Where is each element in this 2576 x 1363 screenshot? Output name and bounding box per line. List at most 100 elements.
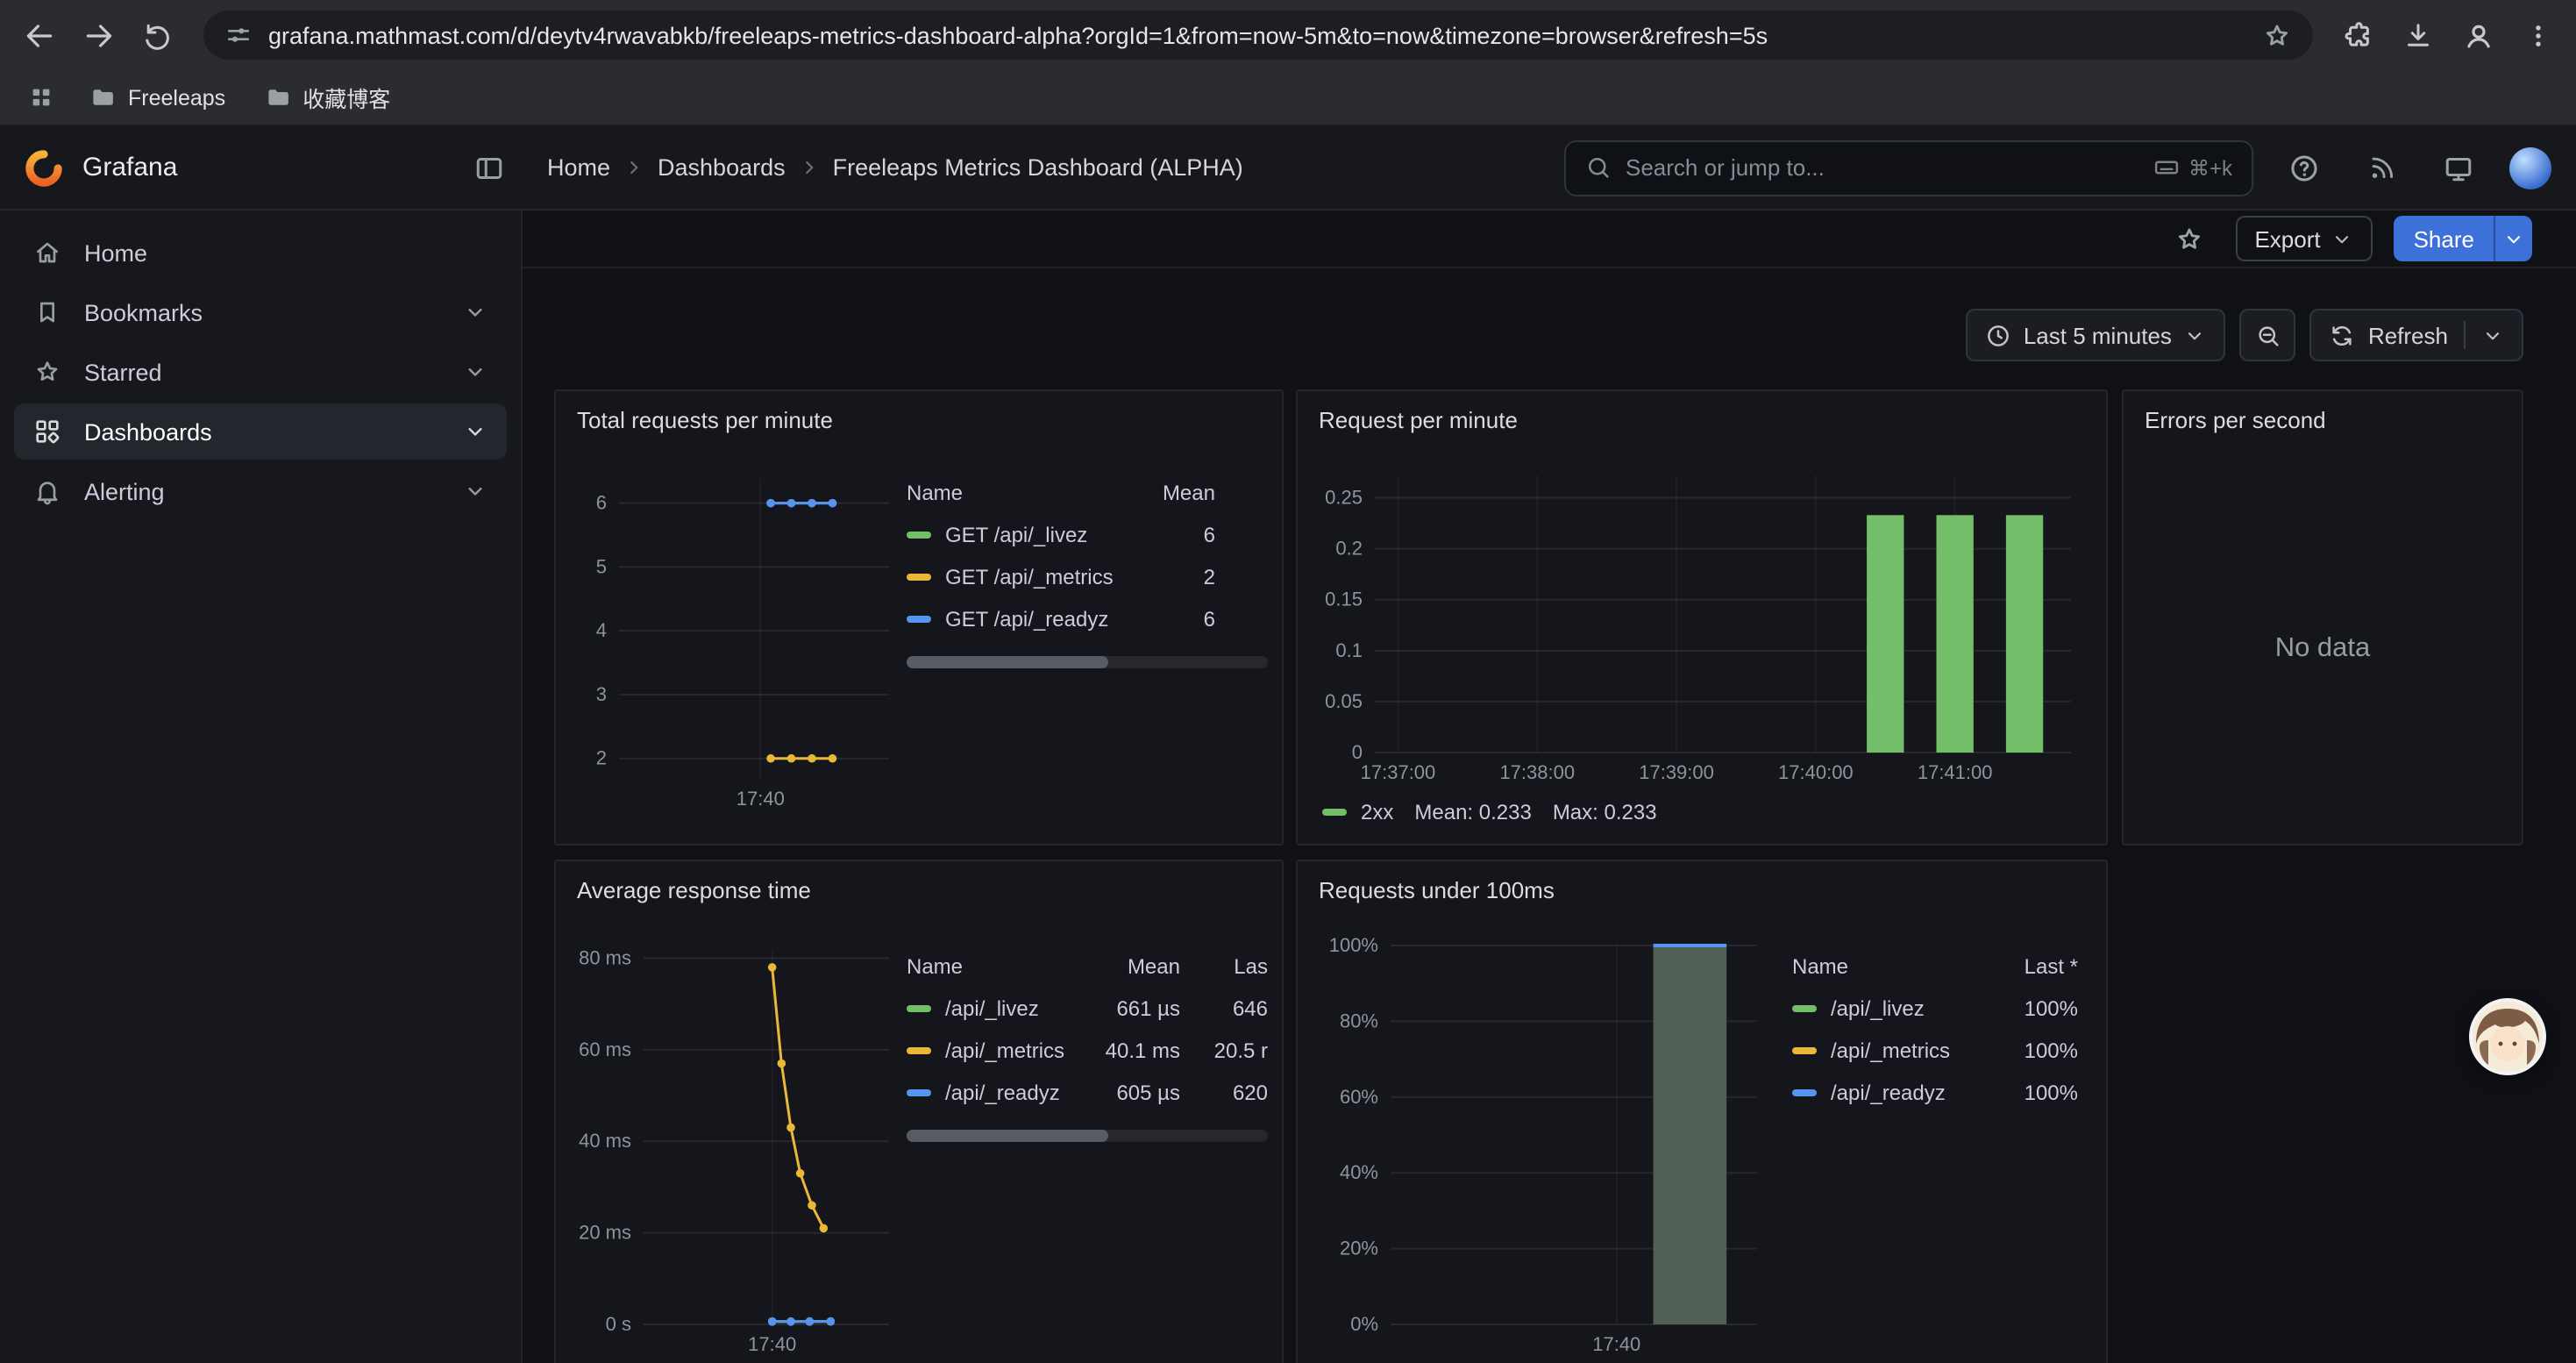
time-range-picker[interactable]: Last 5 minutes bbox=[1966, 309, 2226, 361]
legend-row[interactable]: GET /api/_livez 6 bbox=[907, 514, 1268, 556]
svg-text:0 s: 0 s bbox=[606, 1313, 631, 1335]
chevron-down-icon[interactable] bbox=[463, 360, 487, 384]
back-icon[interactable] bbox=[11, 7, 67, 63]
search-input[interactable]: Search or jump to... ⌘+k bbox=[1564, 139, 2253, 196]
legend-inline[interactable]: 2xx Mean: 0.233 Max: 0.233 bbox=[1322, 800, 1657, 824]
assistant-avatar[interactable] bbox=[2469, 998, 2546, 1075]
legend-scrollbar[interactable] bbox=[907, 1130, 1268, 1142]
dashboard-toolbar: Export Share bbox=[523, 211, 2576, 268]
series-swatch[interactable] bbox=[907, 616, 931, 623]
panel-requests-under-100ms[interactable]: Requests under 100ms 0%20%40%60%80%100%1… bbox=[1296, 860, 2108, 1363]
series-swatch[interactable] bbox=[907, 532, 931, 539]
panel-title[interactable]: Request per minute bbox=[1319, 407, 1518, 433]
panel-title[interactable]: Average response time bbox=[577, 877, 811, 903]
panel-errors-per-second[interactable]: Errors per second No data bbox=[2122, 389, 2523, 846]
forward-icon[interactable] bbox=[70, 7, 126, 63]
apps-grid-icon[interactable] bbox=[18, 75, 63, 120]
refresh-button[interactable]: Refresh bbox=[2310, 309, 2523, 361]
favorite-star-icon[interactable] bbox=[2165, 214, 2214, 263]
series-swatch[interactable] bbox=[1792, 1005, 1817, 1012]
svg-text:4: 4 bbox=[596, 619, 607, 641]
help-icon[interactable] bbox=[2278, 141, 2330, 194]
legend-row[interactable]: /api/_livez 100% bbox=[1792, 988, 2078, 1030]
series-swatch[interactable] bbox=[1792, 1089, 1817, 1096]
breadcrumb-current[interactable]: Freeleaps Metrics Dashboard (ALPHA) bbox=[833, 154, 1243, 181]
legend-col-mean[interactable]: Mean bbox=[1128, 481, 1215, 505]
legend-row[interactable]: /api/_livez 661 µs 646 bbox=[907, 988, 1268, 1030]
bookmark-item-blogs[interactable]: 收藏博客 bbox=[252, 75, 402, 119]
legend-row[interactable]: GET /api/_metrics 2 bbox=[907, 556, 1268, 598]
legend-row[interactable]: /api/_metrics 100% bbox=[1792, 1030, 2078, 1072]
bookmark-star-icon[interactable] bbox=[2262, 20, 2292, 50]
downloads-icon[interactable] bbox=[2390, 7, 2446, 63]
panel-average-response-time[interactable]: Average response time 0 s20 ms40 ms60 ms… bbox=[554, 860, 1284, 1363]
profile-icon[interactable] bbox=[2450, 7, 2506, 63]
svg-text:40 ms: 40 ms bbox=[579, 1130, 631, 1152]
sidebar-item-bookmarks[interactable]: Bookmarks bbox=[14, 284, 507, 340]
panel-title[interactable]: Total requests per minute bbox=[577, 407, 833, 433]
series-swatch[interactable] bbox=[907, 1047, 931, 1054]
sidebar-item-home[interactable]: Home bbox=[14, 225, 507, 281]
legend-row[interactable]: /api/_readyz 605 µs 620 bbox=[907, 1072, 1268, 1114]
grafana-logo[interactable] bbox=[25, 148, 63, 187]
share-button[interactable]: Share bbox=[2395, 216, 2532, 261]
chevron-down-icon[interactable] bbox=[463, 419, 487, 444]
sidebar-item-label: Dashboards bbox=[84, 418, 212, 445]
chevron-down-icon[interactable] bbox=[463, 300, 487, 325]
series-swatch[interactable] bbox=[907, 1089, 931, 1096]
grafana-header: Grafana Home Dashboards Freeleaps Metric… bbox=[0, 126, 2576, 211]
reload-icon[interactable] bbox=[130, 7, 186, 63]
series-swatch[interactable] bbox=[1792, 1047, 1817, 1054]
svg-text:17:41:00: 17:41:00 bbox=[1918, 761, 1993, 783]
user-avatar[interactable] bbox=[2509, 146, 2551, 189]
panel-title[interactable]: Requests under 100ms bbox=[1319, 877, 1555, 903]
legend-scrollbar[interactable] bbox=[907, 656, 1268, 668]
legend-row[interactable]: GET /api/_readyz 6 bbox=[907, 598, 1268, 640]
breadcrumb-home[interactable]: Home bbox=[547, 154, 610, 181]
monitor-icon[interactable] bbox=[2432, 141, 2485, 194]
clock-icon bbox=[1985, 322, 2011, 348]
series-swatch[interactable] bbox=[907, 1005, 931, 1012]
series-swatch[interactable] bbox=[907, 574, 931, 581]
svg-text:17:40:00: 17:40:00 bbox=[1778, 761, 1854, 783]
menu-icon[interactable] bbox=[2509, 7, 2565, 63]
legend-row[interactable]: /api/_metrics 40.1 ms 20.5 r bbox=[907, 1030, 1268, 1072]
url-bar[interactable]: grafana.mathmast.com/d/deytv4rwavabkb/fr… bbox=[203, 11, 2313, 60]
legend-col-mean[interactable]: Mean bbox=[1078, 954, 1180, 979]
bookmark-label: 收藏博客 bbox=[302, 81, 390, 114]
panel-request-per-minute[interactable]: Request per minute 00.050.10.150.20.2517… bbox=[1296, 389, 2108, 846]
legend-col-last[interactable]: Last * bbox=[1973, 954, 2078, 979]
scrollbar-thumb[interactable] bbox=[907, 656, 1109, 668]
breadcrumb-dashboards[interactable]: Dashboards bbox=[658, 154, 786, 181]
legend-col-name[interactable]: Name bbox=[1792, 954, 1973, 979]
extensions-icon[interactable] bbox=[2330, 7, 2387, 63]
export-button[interactable]: Export bbox=[2235, 216, 2373, 261]
series-swatch[interactable] bbox=[1322, 809, 1347, 816]
svg-text:0.2: 0.2 bbox=[1335, 538, 1363, 560]
share-chevron-icon[interactable] bbox=[2494, 216, 2532, 261]
chevron-right-icon bbox=[623, 156, 645, 179]
sidebar-item-alerting[interactable]: Alerting bbox=[14, 463, 507, 519]
no-data-message: No data bbox=[2124, 633, 2522, 665]
site-settings-icon[interactable] bbox=[224, 21, 253, 49]
chevron-down-icon bbox=[2331, 227, 2354, 250]
panel-total-requests-per-minute[interactable]: Total requests per minute 2345617:40 Nam… bbox=[554, 389, 1284, 846]
chevron-down-icon[interactable] bbox=[2481, 324, 2504, 346]
legend-col-last[interactable]: Las bbox=[1180, 954, 1268, 979]
sidebar-item-starred[interactable]: Starred bbox=[14, 344, 507, 400]
scrollbar-thumb[interactable] bbox=[907, 1130, 1109, 1142]
sidebar-nav: Home Bookmarks Starred Dashboards Alerti… bbox=[0, 211, 523, 1363]
panel-title[interactable]: Errors per second bbox=[2145, 407, 2326, 433]
sidebar-collapse-icon[interactable] bbox=[473, 152, 505, 183]
rss-icon[interactable] bbox=[2355, 141, 2408, 194]
bookmark-item-freeleaps[interactable]: Freeleaps bbox=[77, 79, 238, 116]
url-text[interactable]: grafana.mathmast.com/d/deytv4rwavabkb/fr… bbox=[268, 22, 2246, 48]
search-shortcut: ⌘+k bbox=[2153, 154, 2232, 181]
svg-text:17:39:00: 17:39:00 bbox=[1639, 761, 1714, 783]
legend-row[interactable]: /api/_readyz 100% bbox=[1792, 1072, 2078, 1114]
legend-col-name[interactable]: Name bbox=[907, 481, 1128, 505]
legend-col-name[interactable]: Name bbox=[907, 954, 1078, 979]
zoom-out-icon[interactable] bbox=[2240, 309, 2296, 361]
chevron-down-icon[interactable] bbox=[463, 479, 487, 503]
sidebar-item-dashboards[interactable]: Dashboards bbox=[14, 403, 507, 460]
